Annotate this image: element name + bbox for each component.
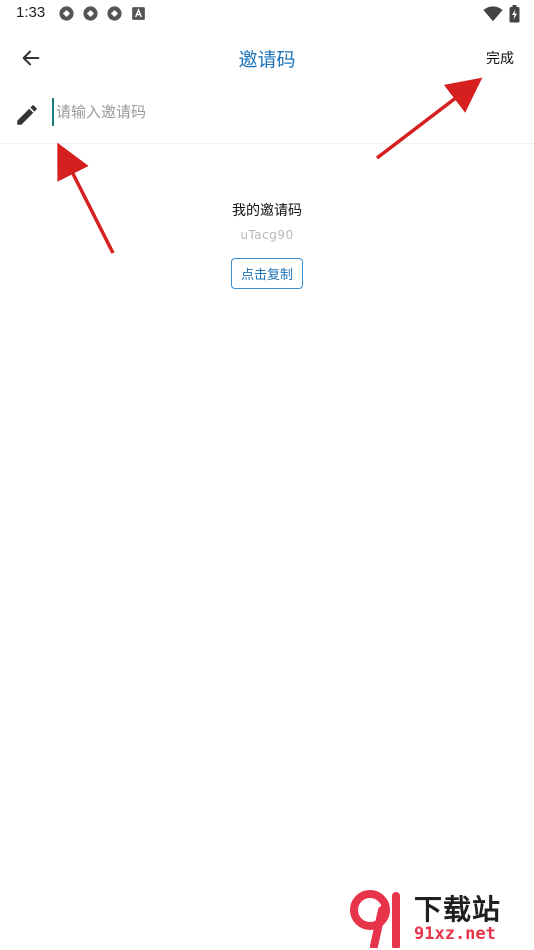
copy-code-button[interactable]: 点击复制 <box>230 258 303 289</box>
status-icons-right <box>483 5 520 23</box>
my-code-label: 我的邀请码 <box>232 203 302 219</box>
done-button[interactable]: 完成 <box>486 48 514 68</box>
wifi-icon <box>483 6 503 22</box>
site-watermark: 下载站 91xz.net <box>348 888 528 948</box>
my-code-section: 我的邀请码 uTacg90 点击复制 <box>0 200 534 289</box>
status-bar: 1:33 <box>0 0 534 28</box>
a-badge-icon <box>132 7 145 20</box>
watermark-logo-icon <box>350 890 400 948</box>
sync-icon <box>107 6 122 21</box>
my-code-value: uTacg90 <box>240 228 294 242</box>
watermark-sub-text: 91xz.net <box>414 924 496 944</box>
sync-icon <box>59 6 74 21</box>
app-bar: 邀请码 完成 <box>0 36 534 80</box>
watermark-main-text: 下载站 <box>414 893 502 926</box>
invite-input-row <box>0 90 534 144</box>
sync-icon <box>83 6 98 21</box>
page-title: 邀请码 <box>238 49 296 71</box>
status-time: 1:33 <box>16 4 46 21</box>
pencil-icon <box>17 105 37 125</box>
status-icons-left <box>58 5 147 22</box>
invite-code-input[interactable] <box>52 98 492 126</box>
battery-charging-icon <box>509 5 520 23</box>
